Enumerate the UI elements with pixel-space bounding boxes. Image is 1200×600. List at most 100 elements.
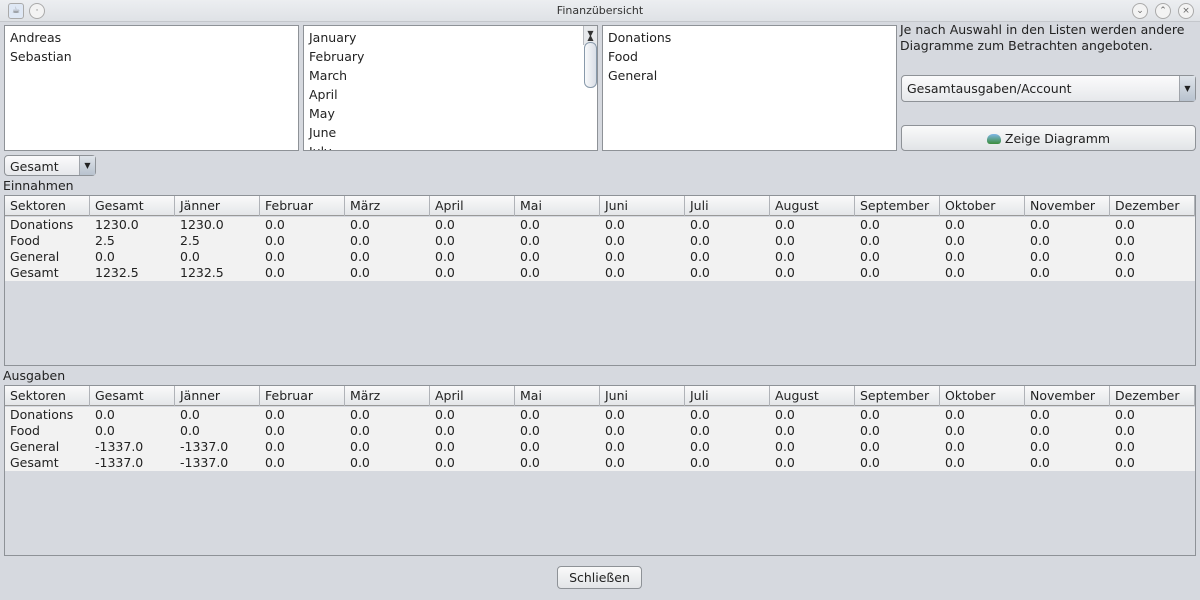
table-cell: Gesamt — [10, 265, 59, 280]
list-item[interactable]: May — [304, 104, 597, 123]
list-item[interactable]: Sebastian — [5, 47, 298, 66]
chevron-down-icon[interactable]: ▼ — [79, 156, 95, 175]
column-header[interactable]: Sektoren — [5, 196, 90, 216]
column-header[interactable]: März — [345, 386, 430, 406]
column-header[interactable]: Juni — [600, 196, 685, 216]
column-header[interactable]: Sektoren — [5, 386, 90, 406]
column-header[interactable]: Gesamt — [90, 196, 175, 216]
table-row[interactable]: Donations 1230.0 1230.0 0.0 0.0 0.0 0.0 0.0 0.0 0… — [5, 217, 1195, 233]
column-header[interactable]: August — [770, 196, 855, 216]
expenses-table[interactable]: Sektoren Gesamt Jänner Februar März April Mai J… — [4, 385, 1196, 556]
window-title: Finanzübersicht — [556, 4, 644, 17]
table-cell: Donations — [10, 217, 74, 232]
table-row[interactable]: Donations 0.0 0.0 0.0 0.0 0.0 0.0 0.0 0.0 0.0 0.0 0… — [5, 407, 1195, 423]
table-row[interactable]: Food 0.0 0.0 0.0 0.0 0.0 0.0 0.0 0.0 0.0 0.0 0.0 0.0… — [5, 423, 1195, 439]
column-header[interactable]: Oktober — [940, 196, 1025, 216]
close-window-icon[interactable]: × — [1178, 3, 1194, 19]
table-cell: 0.0 — [605, 249, 625, 264]
table-cell: 0.0 — [350, 423, 370, 438]
table-row[interactable]: Food 2.5 2.5 0.0 0.0 0.0 0.0 0.0 0.0 0.0 0.0 0.0 0.0… — [5, 233, 1195, 249]
column-header[interactable]: Februar — [260, 196, 345, 216]
scroll-down-icon[interactable]: ▼ — [584, 26, 597, 43]
table-cell: 0.0 — [945, 265, 965, 280]
list-item[interactable]: June — [304, 123, 597, 142]
list-item[interactable]: Donations — [603, 28, 896, 47]
list-item[interactable]: March — [304, 66, 597, 85]
table-cell: 0.0 — [1030, 233, 1050, 248]
table-row[interactable]: Gesamt 1232.5 1232.5 0.0 0.0 0.0 0.0 0.0 0.0 0.0 0… — [5, 265, 1195, 281]
table-cell: 0.0 — [690, 407, 710, 422]
scroll-thumb[interactable] — [584, 42, 597, 88]
table-cell: 0.0 — [520, 423, 540, 438]
column-header[interactable]: Gesamt — [90, 386, 175, 406]
list-item[interactable]: April — [304, 85, 597, 104]
column-header[interactable]: August — [770, 386, 855, 406]
table-cell: 0.0 — [350, 265, 370, 280]
column-header[interactable]: April — [430, 386, 515, 406]
chart-type-select[interactable]: Gesamtausgaben/Account ▼ — [901, 75, 1196, 102]
table-cell: -1337.0 — [180, 439, 229, 454]
column-header[interactable]: September — [855, 386, 940, 406]
list-item[interactable]: January — [304, 28, 597, 47]
chevron-down-icon[interactable]: ▼ — [1179, 76, 1195, 101]
person-list[interactable]: Andreas Sebastian — [4, 25, 299, 151]
column-header[interactable]: September — [855, 196, 940, 216]
column-header[interactable]: Jänner — [175, 196, 260, 216]
month-list-scrollbar[interactable]: ▲ ▼ — [583, 26, 597, 88]
table-cell: 0.0 — [1030, 439, 1050, 454]
sector-list[interactable]: Donations Food General — [602, 25, 897, 151]
table-cell: 0.0 — [265, 439, 285, 454]
show-chart-button[interactable]: Zeige Diagramm — [901, 125, 1196, 151]
list-item[interactable]: Andreas — [5, 28, 298, 47]
column-header[interactable]: November — [1025, 196, 1110, 216]
table-cell: 0.0 — [860, 439, 880, 454]
table-cell: 0.0 — [180, 407, 200, 422]
column-header[interactable]: Oktober — [940, 386, 1025, 406]
table-cell: 0.0 — [860, 217, 880, 232]
list-item[interactable]: Food — [603, 47, 896, 66]
column-header[interactable]: Mai — [515, 386, 600, 406]
table-cell: Food — [10, 233, 40, 248]
list-item[interactable]: General — [603, 66, 896, 85]
table-cell: 0.0 — [265, 423, 285, 438]
table-row[interactable]: General -1337.0 -1337.0 0.0 0.0 0.0 0.0 0.0 0.0 0… — [5, 439, 1195, 455]
chart-icon — [986, 134, 1001, 144]
filter-select[interactable]: Gesamt ▼ — [4, 155, 96, 176]
table-cell: 0.0 — [350, 439, 370, 454]
table-row[interactable]: General 0.0 0.0 0.0 0.0 0.0 0.0 0.0 0.0 0.0 0.0 0.0… — [5, 249, 1195, 265]
list-item[interactable]: February — [304, 47, 597, 66]
column-header[interactable]: Dezember — [1110, 386, 1195, 406]
column-header[interactable]: Mai — [515, 196, 600, 216]
month-list[interactable]: January February March April May June Ju… — [303, 25, 598, 151]
table-cell: 0.0 — [95, 407, 115, 422]
table-cell: 0.0 — [690, 423, 710, 438]
table-cell: 0.0 — [860, 249, 880, 264]
table-cell: -1337.0 — [180, 455, 229, 470]
info-text: Je nach Auswahl in den Listen werden and… — [900, 22, 1185, 53]
income-table[interactable]: Sektoren Gesamt Jänner Februar März April Mai J… — [4, 195, 1196, 366]
income-label: Einnahmen — [3, 178, 74, 193]
column-header[interactable]: Jänner — [175, 386, 260, 406]
table-cell: 0.0 — [520, 439, 540, 454]
column-header[interactable]: Juli — [685, 386, 770, 406]
column-header[interactable]: November — [1025, 386, 1110, 406]
column-header[interactable]: Dezember — [1110, 196, 1195, 216]
table-row[interactable]: Gesamt -1337.0 -1337.0 0.0 0.0 0.0 0.0 0.0 0.0 0.… — [5, 455, 1195, 471]
table-cell: 0.0 — [945, 455, 965, 470]
column-header[interactable]: Juni — [600, 386, 685, 406]
column-header[interactable]: Juli — [685, 196, 770, 216]
column-header[interactable]: Februar — [260, 386, 345, 406]
minimize-icon[interactable]: ⌄ — [1132, 3, 1148, 19]
table-cell: 0.0 — [775, 217, 795, 232]
maximize-icon[interactable]: ⌃ — [1155, 3, 1171, 19]
table-cell: 0.0 — [95, 423, 115, 438]
table-cell: 0.0 — [435, 249, 455, 264]
column-header[interactable]: März — [345, 196, 430, 216]
table-cell: 0.0 — [265, 455, 285, 470]
table-cell: 0.0 — [350, 407, 370, 422]
list-item[interactable]: July — [304, 142, 597, 150]
table-cell: 0.0 — [350, 455, 370, 470]
close-button[interactable]: Schließen — [557, 566, 642, 589]
column-header[interactable]: April — [430, 196, 515, 216]
table-cell: 0.0 — [860, 407, 880, 422]
